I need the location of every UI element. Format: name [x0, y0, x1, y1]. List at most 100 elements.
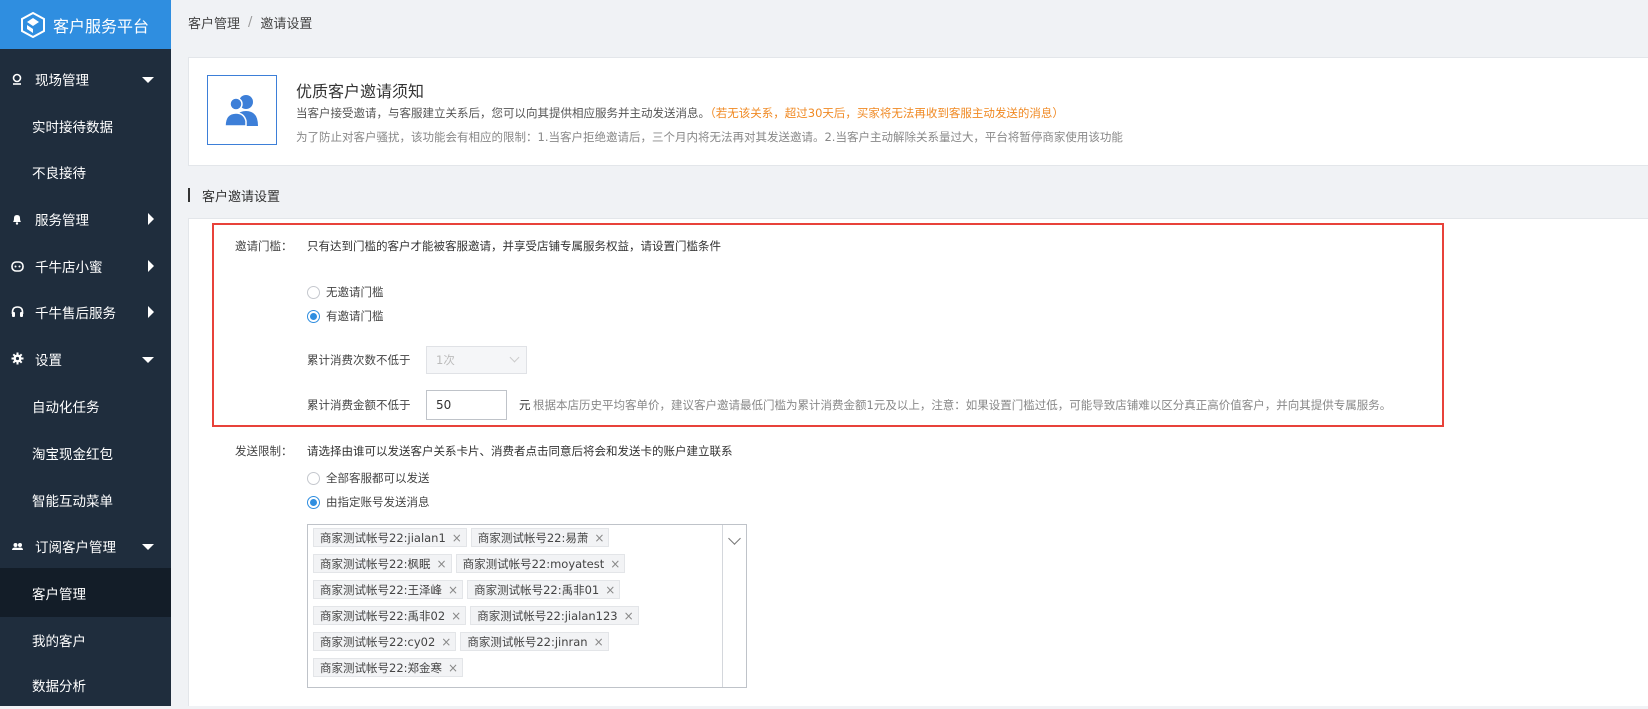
brand-header[interactable]: 客户服务平台	[0, 0, 171, 49]
account-tag-label: 商家测试帐号22:moyatest	[462, 556, 605, 571]
notice-line-1-text: 当客户接受邀请，与客服建立关系后，您可以向其提供相应服务并主动发送消息。	[296, 106, 710, 120]
sidebar: 客户服务平台 现场管理实时接待数据不良接待 服务管理 千牛店小蜜 千牛售后服务 设置自动…	[0, 0, 171, 706]
robot-icon	[10, 259, 24, 273]
close-icon[interactable]: ×	[448, 661, 458, 675]
close-icon[interactable]: ×	[624, 609, 634, 623]
radio-label: 全部客服都可以发送	[326, 471, 430, 485]
caret-down-icon	[142, 356, 154, 363]
sidebar-item-label: 订阅客户管理	[35, 539, 116, 556]
account-tag-label: 商家测试帐号22:jialan123	[477, 608, 618, 623]
close-icon[interactable]: ×	[594, 635, 604, 649]
account-tag: 商家测试帐号22:cy02 ×	[313, 632, 457, 651]
sidebar-item-label: 实时接待数据	[32, 119, 113, 136]
radio-has-threshold[interactable]: 有邀请门槛	[307, 308, 384, 324]
sidebar-item[interactable]: 自动化任务	[0, 381, 171, 430]
radio-no-threshold[interactable]: 无邀请门槛	[307, 284, 384, 300]
account-tag: 商家测试帐号22:moyatest ×	[455, 554, 626, 573]
sidebar-item[interactable]: 客户管理	[0, 568, 171, 617]
amount-label: 累计消费金额不低于	[307, 398, 411, 412]
account-tag-label: 商家测试帐号22:jialan1	[320, 530, 446, 545]
bell-icon	[10, 212, 24, 226]
sidebar-item[interactable]: 设置	[0, 334, 171, 383]
breadcrumb: 客户管理 / 邀请设置	[171, 0, 1648, 44]
account-tag: 商家测试帐号22:jialan1 ×	[313, 528, 467, 547]
sidebar-item[interactable]: 订阅客户管理	[0, 521, 171, 570]
sidebar-item-label: 淘宝现金红包	[32, 446, 113, 463]
account-tag-row: 商家测试帐号22:禹非02 × 商家测试帐号22:jialan123 ×	[313, 606, 643, 625]
sidebar-item[interactable]: 千牛店小蜜	[0, 241, 171, 290]
logo-icon	[21, 11, 45, 38]
count-select-value: 1次	[436, 353, 455, 367]
threshold-desc: 只有达到门槛的客户才能被客服邀请，并享受店铺专属服务权益，请设置门槛条件	[307, 239, 721, 253]
chevron-down-icon	[728, 532, 741, 545]
notice-warning: （若无该关系，超过30天后，买家将无法再收到客服主动发送的消息）	[710, 106, 1064, 120]
caret-right-icon	[148, 259, 154, 272]
gear-icon	[10, 352, 24, 366]
sidebar-item[interactable]: 智能互动菜单	[0, 475, 171, 524]
notice-panel: 优质客户邀请须知 当客户接受邀请，与客服建立关系后，您可以向其提供相应服务并主动…	[188, 57, 1648, 166]
caret-right-icon	[148, 305, 154, 318]
account-tag-label: 商家测试帐号22:jinran	[467, 634, 588, 649]
radio-circle-selected	[307, 495, 320, 509]
close-icon[interactable]: ×	[594, 531, 604, 545]
close-icon[interactable]: ×	[610, 557, 620, 571]
amount-hint: 根据本店历史平均客单价，建议客户邀请最低门槛为累计消费金额1元及以上，注意：如果…	[533, 398, 1392, 412]
chevron-down-icon	[509, 352, 520, 363]
close-icon[interactable]: ×	[448, 583, 458, 597]
sidebar-item-label: 自动化任务	[32, 399, 100, 416]
radio-circle-selected	[307, 309, 320, 323]
close-icon[interactable]: ×	[437, 557, 447, 571]
count-label: 累计消费次数不低于	[307, 353, 411, 367]
account-tag: 商家测试帐号22:jialan123 ×	[470, 606, 639, 625]
brand-title: 客户服务平台	[53, 16, 150, 36]
breadcrumb-parent[interactable]: 客户管理	[188, 13, 240, 32]
section-bar	[188, 188, 190, 202]
sidebar-item-label: 客户管理	[32, 586, 86, 603]
account-tag-label: 商家测试帐号22:枫眠	[320, 556, 431, 571]
account-tag-label: 商家测试帐号22:禹非02	[320, 608, 446, 623]
radio-label: 有邀请门槛	[326, 309, 384, 323]
notice-line-1: 当客户接受邀请，与客服建立关系后，您可以向其提供相应服务并主动发送消息。（若无该…	[296, 105, 1064, 121]
radio-circle	[307, 471, 320, 485]
radio-specified-accounts[interactable]: 由指定账号发送消息	[307, 494, 430, 510]
breadcrumb-separator: /	[248, 14, 253, 30]
account-multiselect[interactable]: 商家测试帐号22:jialan1 × 商家测试帐号22:易萧 × 商家测试帐号22:枫眠…	[307, 524, 747, 688]
amount-input[interactable]	[426, 390, 507, 420]
amount-unit: 元	[519, 398, 531, 412]
caret-down-icon	[142, 543, 154, 550]
account-tag-label: 商家测试帐号22:禹非01	[474, 582, 600, 597]
close-icon[interactable]: ×	[451, 609, 461, 623]
account-tag: 商家测试帐号22:易萧 ×	[470, 528, 610, 547]
account-tag-label: 商家测试帐号22:郑金寒	[320, 660, 443, 675]
sidebar-item[interactable]: 服务管理	[0, 194, 171, 243]
account-tag: 商家测试帐号22:jinran ×	[460, 632, 609, 651]
sidebar-item[interactable]: 现场管理	[0, 54, 171, 103]
sidebar-item[interactable]: 淘宝现金红包	[0, 428, 171, 477]
multiselect-dropdown-toggle[interactable]	[722, 525, 746, 687]
close-icon[interactable]: ×	[441, 635, 451, 649]
radio-label: 无邀请门槛	[326, 285, 384, 299]
account-tag-row: 商家测试帐号22:cy02 × 商家测试帐号22:jinran ×	[313, 632, 613, 651]
sidebar-item-label: 现场管理	[35, 72, 89, 89]
radio-all-agents[interactable]: 全部客服都可以发送	[307, 470, 430, 486]
account-tag-row: 商家测试帐号22:jialan1 × 商家测试帐号22:易萧 ×	[313, 528, 613, 547]
close-icon[interactable]: ×	[605, 583, 615, 597]
close-icon[interactable]: ×	[452, 531, 462, 545]
send-limit-label: 发送限制：	[235, 444, 293, 458]
account-tag: 商家测试帐号22:禹非02 ×	[313, 606, 467, 625]
count-select[interactable]: 1次	[426, 346, 527, 374]
account-tag-row: 商家测试帐号22:枫眠 × 商家测试帐号22:moyatest ×	[313, 554, 629, 573]
sidebar-item[interactable]: 不良接待	[0, 147, 171, 196]
sidebar-item[interactable]: 千牛售后服务	[0, 287, 171, 336]
sidebar-item[interactable]: 我的客户	[0, 615, 171, 664]
send-limit-desc: 请选择由谁可以发送客户关系卡片、消费者点击同意后将会和发送卡的账户建立联系	[307, 444, 733, 458]
sidebar-item[interactable]: 实时接待数据	[0, 101, 171, 150]
section-header: 客户邀请设置	[188, 187, 280, 205]
notice-icon-box	[207, 75, 277, 145]
account-tag: 商家测试帐号22:郑金寒 ×	[313, 658, 464, 677]
sidebar-item[interactable]: 数据分析	[0, 660, 171, 709]
account-tag-label: 商家测试帐号22:王泽峰	[320, 582, 443, 597]
users-icon	[224, 95, 258, 127]
headset-icon	[10, 305, 24, 319]
sidebar-item-label: 我的客户	[32, 633, 86, 650]
